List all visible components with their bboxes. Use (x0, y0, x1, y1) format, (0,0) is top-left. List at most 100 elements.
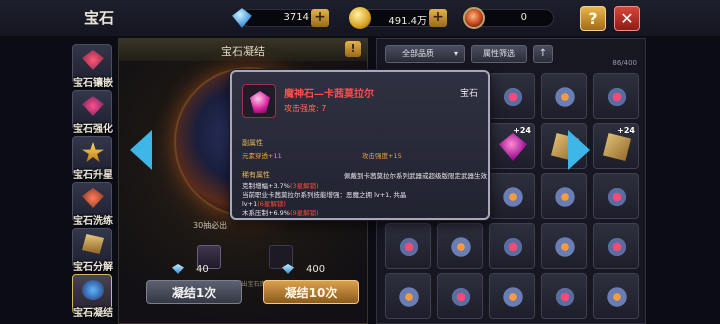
gem-item-icon (499, 233, 527, 261)
inventory-slot[interactable] (593, 173, 639, 219)
gem-item-icon (603, 233, 631, 261)
orb-resource: 0 (463, 7, 554, 29)
gem-item-icon (551, 233, 579, 261)
panel-title: 宝石凝结 (221, 45, 265, 58)
gold-resource: 491.4万 + (349, 7, 447, 29)
quality-filter[interactable]: 全部品质 ▾ (385, 45, 465, 63)
sidebar-item-enhance[interactable]: 宝石强化 (72, 90, 113, 135)
inventory-slot[interactable] (593, 73, 639, 119)
gem-item-icon (395, 233, 423, 261)
sidebar-item-inlay[interactable]: 宝石镶嵌 (72, 44, 113, 89)
single-cost: 40 (196, 264, 209, 275)
gem-resource: 3714 + (232, 8, 329, 28)
quality-filter-label: 全部品质 (402, 49, 434, 58)
sort-button[interactable]: ↑ (533, 45, 553, 63)
gem-item-icon (551, 283, 579, 311)
gem-item-icon (603, 133, 631, 161)
gem-icon (232, 8, 252, 28)
top-bar: 宝石 3714 + 491.4万 + 0 ? ✕ (0, 0, 720, 36)
condense-once-button[interactable]: 凝结1次 (146, 280, 242, 304)
rare-attr-4-text: 木系压制+6.9% (242, 209, 290, 217)
gem-item-icon (603, 283, 631, 311)
inventory-slot[interactable]: +24 (593, 123, 639, 169)
inventory-slot[interactable] (385, 223, 431, 269)
info-button[interactable]: ! (345, 41, 361, 57)
sidebar-item-label: 宝石洗练 (73, 216, 113, 227)
inventory-slot[interactable] (541, 73, 587, 119)
inlay-icon (82, 50, 104, 70)
sidebar: 宝石镶嵌 宝石强化 宝石升星 宝石洗练 宝石分解 宝石凝结 (70, 40, 116, 324)
inventory-slot[interactable] (541, 173, 587, 219)
sidebar-item-label: 宝石镶嵌 (73, 78, 113, 89)
level-badge: +24 (617, 126, 635, 135)
sidebar-item-refine[interactable]: 宝石洗练 (72, 182, 113, 227)
pity-text: 30抽必出 (193, 221, 228, 230)
condense-icon (82, 280, 104, 300)
add-gems-button[interactable]: + (311, 9, 329, 27)
star-icon (82, 142, 104, 162)
gem-item-icon (603, 183, 631, 211)
rare-attr-4: 木系压制+6.9%(9星解锁) (242, 207, 319, 217)
inventory-slot[interactable] (593, 223, 639, 269)
level-badge: +24 (513, 126, 531, 135)
orb-count: 0 (520, 12, 527, 23)
close-button[interactable]: ✕ (614, 6, 640, 31)
gem-item-icon (499, 133, 527, 161)
sidebar-item-label: 宝石凝结 (73, 308, 113, 319)
chevron-down-icon: ▾ (453, 49, 458, 58)
gem-item-icon (551, 83, 579, 111)
sidebar-item-condense[interactable]: 宝石凝结 (72, 274, 113, 319)
inventory-slot[interactable] (489, 223, 535, 269)
help-button[interactable]: ? (580, 6, 606, 31)
gem-count: 3714 (283, 12, 309, 23)
gem-item-icon (603, 83, 631, 111)
gem-attack: 攻击强度: 7 (284, 104, 327, 113)
gem-item-icon (447, 283, 475, 311)
gem-type: 宝石 (459, 89, 478, 99)
sidebar-item-label: 宝石分解 (73, 262, 113, 273)
gem-item-icon (499, 183, 527, 211)
rare-desc: 佩戴到卡茜莫拉尔系列武器或超级版限定武器生效 (344, 172, 487, 180)
inventory-count: 86/400 (612, 59, 637, 67)
inventory-slot[interactable] (489, 273, 535, 319)
sidebar-item-dismantle[interactable]: 宝石分解 (72, 228, 113, 273)
sidebar-item-label: 宝石强化 (73, 124, 113, 135)
arrow-up-icon: ↑ (538, 48, 548, 59)
gem-item-icon (395, 283, 423, 311)
condense-ten-button[interactable]: 凝结10次 (263, 280, 359, 304)
page-title: 宝石 (84, 9, 115, 27)
gem-item-icon (499, 283, 527, 311)
ten-cost: 400 (306, 264, 326, 275)
secondary-left: 元素穿透+11 (242, 152, 282, 160)
attribute-filter[interactable]: 属性筛选 (471, 45, 527, 63)
inventory-slot[interactable] (437, 273, 483, 319)
sidebar-item-star[interactable]: 宝石升星 (72, 136, 113, 181)
gem-tooltip: 魔神石—卡茜莫拉尔 宝石 攻击强度: 7 副属性 元素穿透+11 攻击强度+15… (230, 70, 490, 220)
inventory-slot[interactable] (385, 273, 431, 319)
rare-attr-4-lock: (9星解锁) (289, 209, 319, 217)
secondary-right: 攻击强度+15 (362, 152, 402, 160)
enhance-icon (82, 96, 104, 116)
inventory-slot[interactable] (541, 223, 587, 269)
gem-item-icon (499, 83, 527, 111)
sidebar-item-label: 宝石升星 (73, 170, 113, 181)
inventory-slot[interactable]: +24 (489, 123, 535, 169)
gold-count: 491.4万 (388, 16, 427, 27)
gem-icon (242, 84, 276, 118)
rare-title: 稀有属性 (242, 171, 270, 179)
inventory-slot[interactable] (489, 73, 535, 119)
gem-item-icon (551, 183, 579, 211)
inventory-slot[interactable] (437, 223, 483, 269)
panel-header: 宝石凝结 ! (119, 39, 367, 61)
inventory-slot[interactable] (541, 273, 587, 319)
inventory-slot[interactable] (593, 273, 639, 319)
dismantle-icon (82, 234, 104, 254)
inventory-slot[interactable] (489, 173, 535, 219)
refine-icon (82, 188, 104, 208)
gem-item-icon (447, 233, 475, 261)
orb-icon (463, 7, 485, 29)
add-gold-button[interactable]: + (429, 9, 447, 27)
coin-icon (349, 7, 371, 29)
secondary-title: 副属性 (242, 139, 263, 147)
gem-name: 魔神石—卡茜莫拉尔 (284, 89, 374, 100)
